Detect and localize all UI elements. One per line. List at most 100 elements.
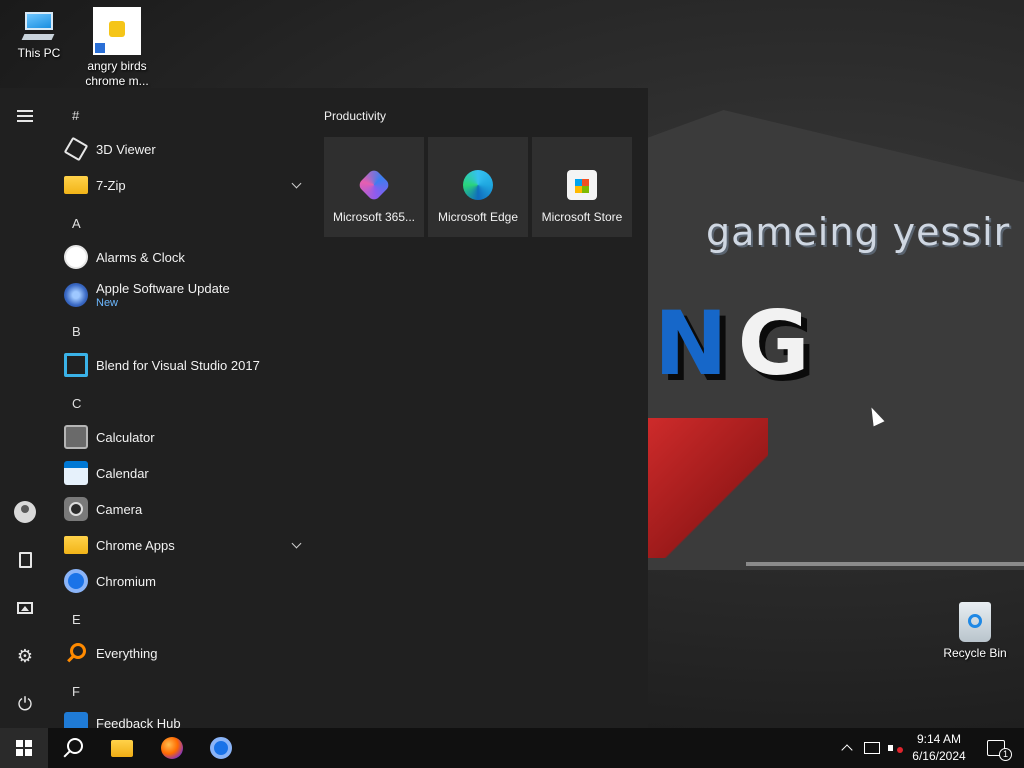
app-apple-software-update[interactable]: Apple Software Update New: [56, 275, 306, 315]
cube-icon: [63, 136, 89, 162]
app-label: 7-Zip: [96, 177, 126, 193]
letter-header[interactable]: E: [72, 612, 81, 627]
blend-icon: [64, 353, 88, 377]
app-label: Feedback Hub: [96, 716, 181, 728]
new-badge: New: [96, 297, 119, 309]
user-icon[interactable]: [8, 495, 42, 529]
taskbar-file-explorer[interactable]: [100, 728, 144, 768]
letter-header[interactable]: C: [72, 396, 81, 411]
app-label: Chromium: [96, 573, 156, 589]
tray-network[interactable]: [862, 728, 882, 768]
letter-header[interactable]: F: [72, 684, 80, 699]
chevron-down-icon: [291, 538, 302, 549]
wallpaper-line: [746, 562, 1024, 566]
wallpaper-caption: gameing yessir: [706, 210, 1011, 254]
chevron-up-icon: [841, 744, 853, 756]
computer-icon: [21, 10, 57, 42]
notification-badge: 1: [999, 748, 1012, 761]
taskbar-search-button[interactable]: [50, 728, 94, 768]
taskbar-chromium[interactable]: [199, 728, 243, 768]
wallpaper-logo-g: G: [737, 292, 820, 395]
wallpaper-red-shape: [648, 418, 768, 558]
windows-logo-icon: [16, 740, 32, 756]
letter-header[interactable]: A: [72, 216, 81, 231]
app-label: Blend for Visual Studio 2017: [96, 357, 260, 373]
hamburger-icon[interactable]: [8, 99, 42, 133]
search-magnifier-icon: [64, 641, 88, 665]
document-icon[interactable]: [8, 543, 42, 577]
recycle-bin-icon: [959, 602, 991, 642]
tile-microsoft-store[interactable]: Microsoft Store: [532, 137, 632, 237]
app-7zip-folder[interactable]: 7-Zip: [56, 167, 306, 203]
store-icon: [567, 170, 597, 200]
app-alarms-clock[interactable]: Alarms & Clock: [56, 239, 306, 275]
search-icon: [62, 738, 83, 758]
start-rail: ⚙ ⏻: [0, 88, 48, 728]
letter-header[interactable]: B: [72, 324, 81, 339]
start-menu: ⚙ ⏻ # 3D Viewer 7-Zip A Alarms & Clock A…: [0, 88, 648, 728]
app-blend[interactable]: Blend for Visual Studio 2017: [56, 347, 306, 383]
power-icon[interactable]: ⏻: [8, 687, 42, 721]
app-calculator[interactable]: Calculator: [56, 419, 306, 455]
tile-label: Microsoft Edge: [437, 210, 519, 224]
desktop-icon-label: angry birds chrome m...: [85, 59, 149, 88]
app-3d-viewer[interactable]: 3D Viewer: [56, 131, 306, 167]
letter-header[interactable]: #: [72, 108, 79, 123]
taskbar-firefox[interactable]: [150, 728, 194, 768]
camera-icon: [64, 497, 88, 521]
app-label: Camera: [96, 501, 143, 517]
app-calendar[interactable]: Calendar: [56, 455, 306, 491]
app-label: Everything: [96, 645, 158, 661]
volume-muted-icon: [888, 741, 904, 755]
clock-time: 9:14 AM: [916, 732, 961, 746]
taskbar: 9:14 AM 6/16/2024 1: [0, 728, 1024, 768]
edge-icon: [463, 170, 493, 200]
app-label: Chrome Apps: [96, 537, 175, 553]
desktop-icon-recycle-bin[interactable]: Recycle Bin: [936, 602, 1014, 661]
apple-update-icon: [64, 283, 88, 307]
microsoft-365-icon: [357, 168, 391, 202]
action-center-button[interactable]: 1: [978, 728, 1014, 768]
app-label: Alarms & Clock: [96, 249, 185, 265]
tile-label: Microsoft 365...: [332, 210, 416, 224]
folder-icon: [64, 536, 88, 554]
clock-date: 6/16/2024: [912, 749, 966, 763]
app-camera[interactable]: Camera: [56, 491, 306, 527]
chromium-icon: [64, 569, 88, 593]
calendar-icon: [64, 461, 88, 485]
app-label: Calculator: [96, 429, 155, 445]
tile-microsoft-edge[interactable]: Microsoft Edge: [428, 137, 528, 237]
app-everything[interactable]: Everything: [56, 635, 306, 671]
tile-group-title[interactable]: Productivity: [324, 109, 386, 123]
tile-label: Microsoft Store: [541, 210, 623, 224]
desktop-icon-this-pc[interactable]: This PC: [0, 10, 78, 61]
desktop-icon-angry-birds[interactable]: angry birds chrome m...: [78, 7, 156, 89]
app-chromium[interactable]: Chromium: [56, 563, 306, 599]
desktop-icon-label: Recycle Bin: [943, 646, 1007, 660]
shortcut-icon: [93, 7, 141, 55]
chromium-icon: [210, 737, 232, 759]
desktop-icon-label: This PC: [17, 46, 61, 60]
tray-volume[interactable]: [886, 728, 906, 768]
app-label: Calendar: [96, 465, 149, 481]
folder-icon: [64, 176, 88, 194]
tile-microsoft-365[interactable]: Microsoft 365...: [324, 137, 424, 237]
wallpaper-logo: NG: [654, 292, 820, 395]
calculator-icon: [64, 425, 88, 449]
gear-icon[interactable]: ⚙: [8, 639, 42, 673]
notification-icon: 1: [987, 740, 1012, 761]
firefox-icon: [161, 737, 183, 759]
wallpaper-logo-n: N: [654, 292, 738, 395]
tray-clock[interactable]: 9:14 AM 6/16/2024: [906, 728, 972, 768]
app-label: Apple Software Update: [96, 281, 230, 296]
clock-icon: [64, 245, 88, 269]
tray-overflow-button[interactable]: [838, 728, 856, 768]
app-feedback-hub[interactable]: Feedback Hub: [56, 707, 306, 728]
app-label: 3D Viewer: [96, 141, 156, 157]
network-icon: [864, 742, 880, 754]
feedback-icon: [64, 712, 88, 728]
app-chrome-apps-folder[interactable]: Chrome Apps: [56, 527, 306, 563]
start-button[interactable]: [0, 728, 48, 768]
pictures-icon[interactable]: [8, 591, 42, 625]
file-explorer-icon: [111, 739, 133, 757]
